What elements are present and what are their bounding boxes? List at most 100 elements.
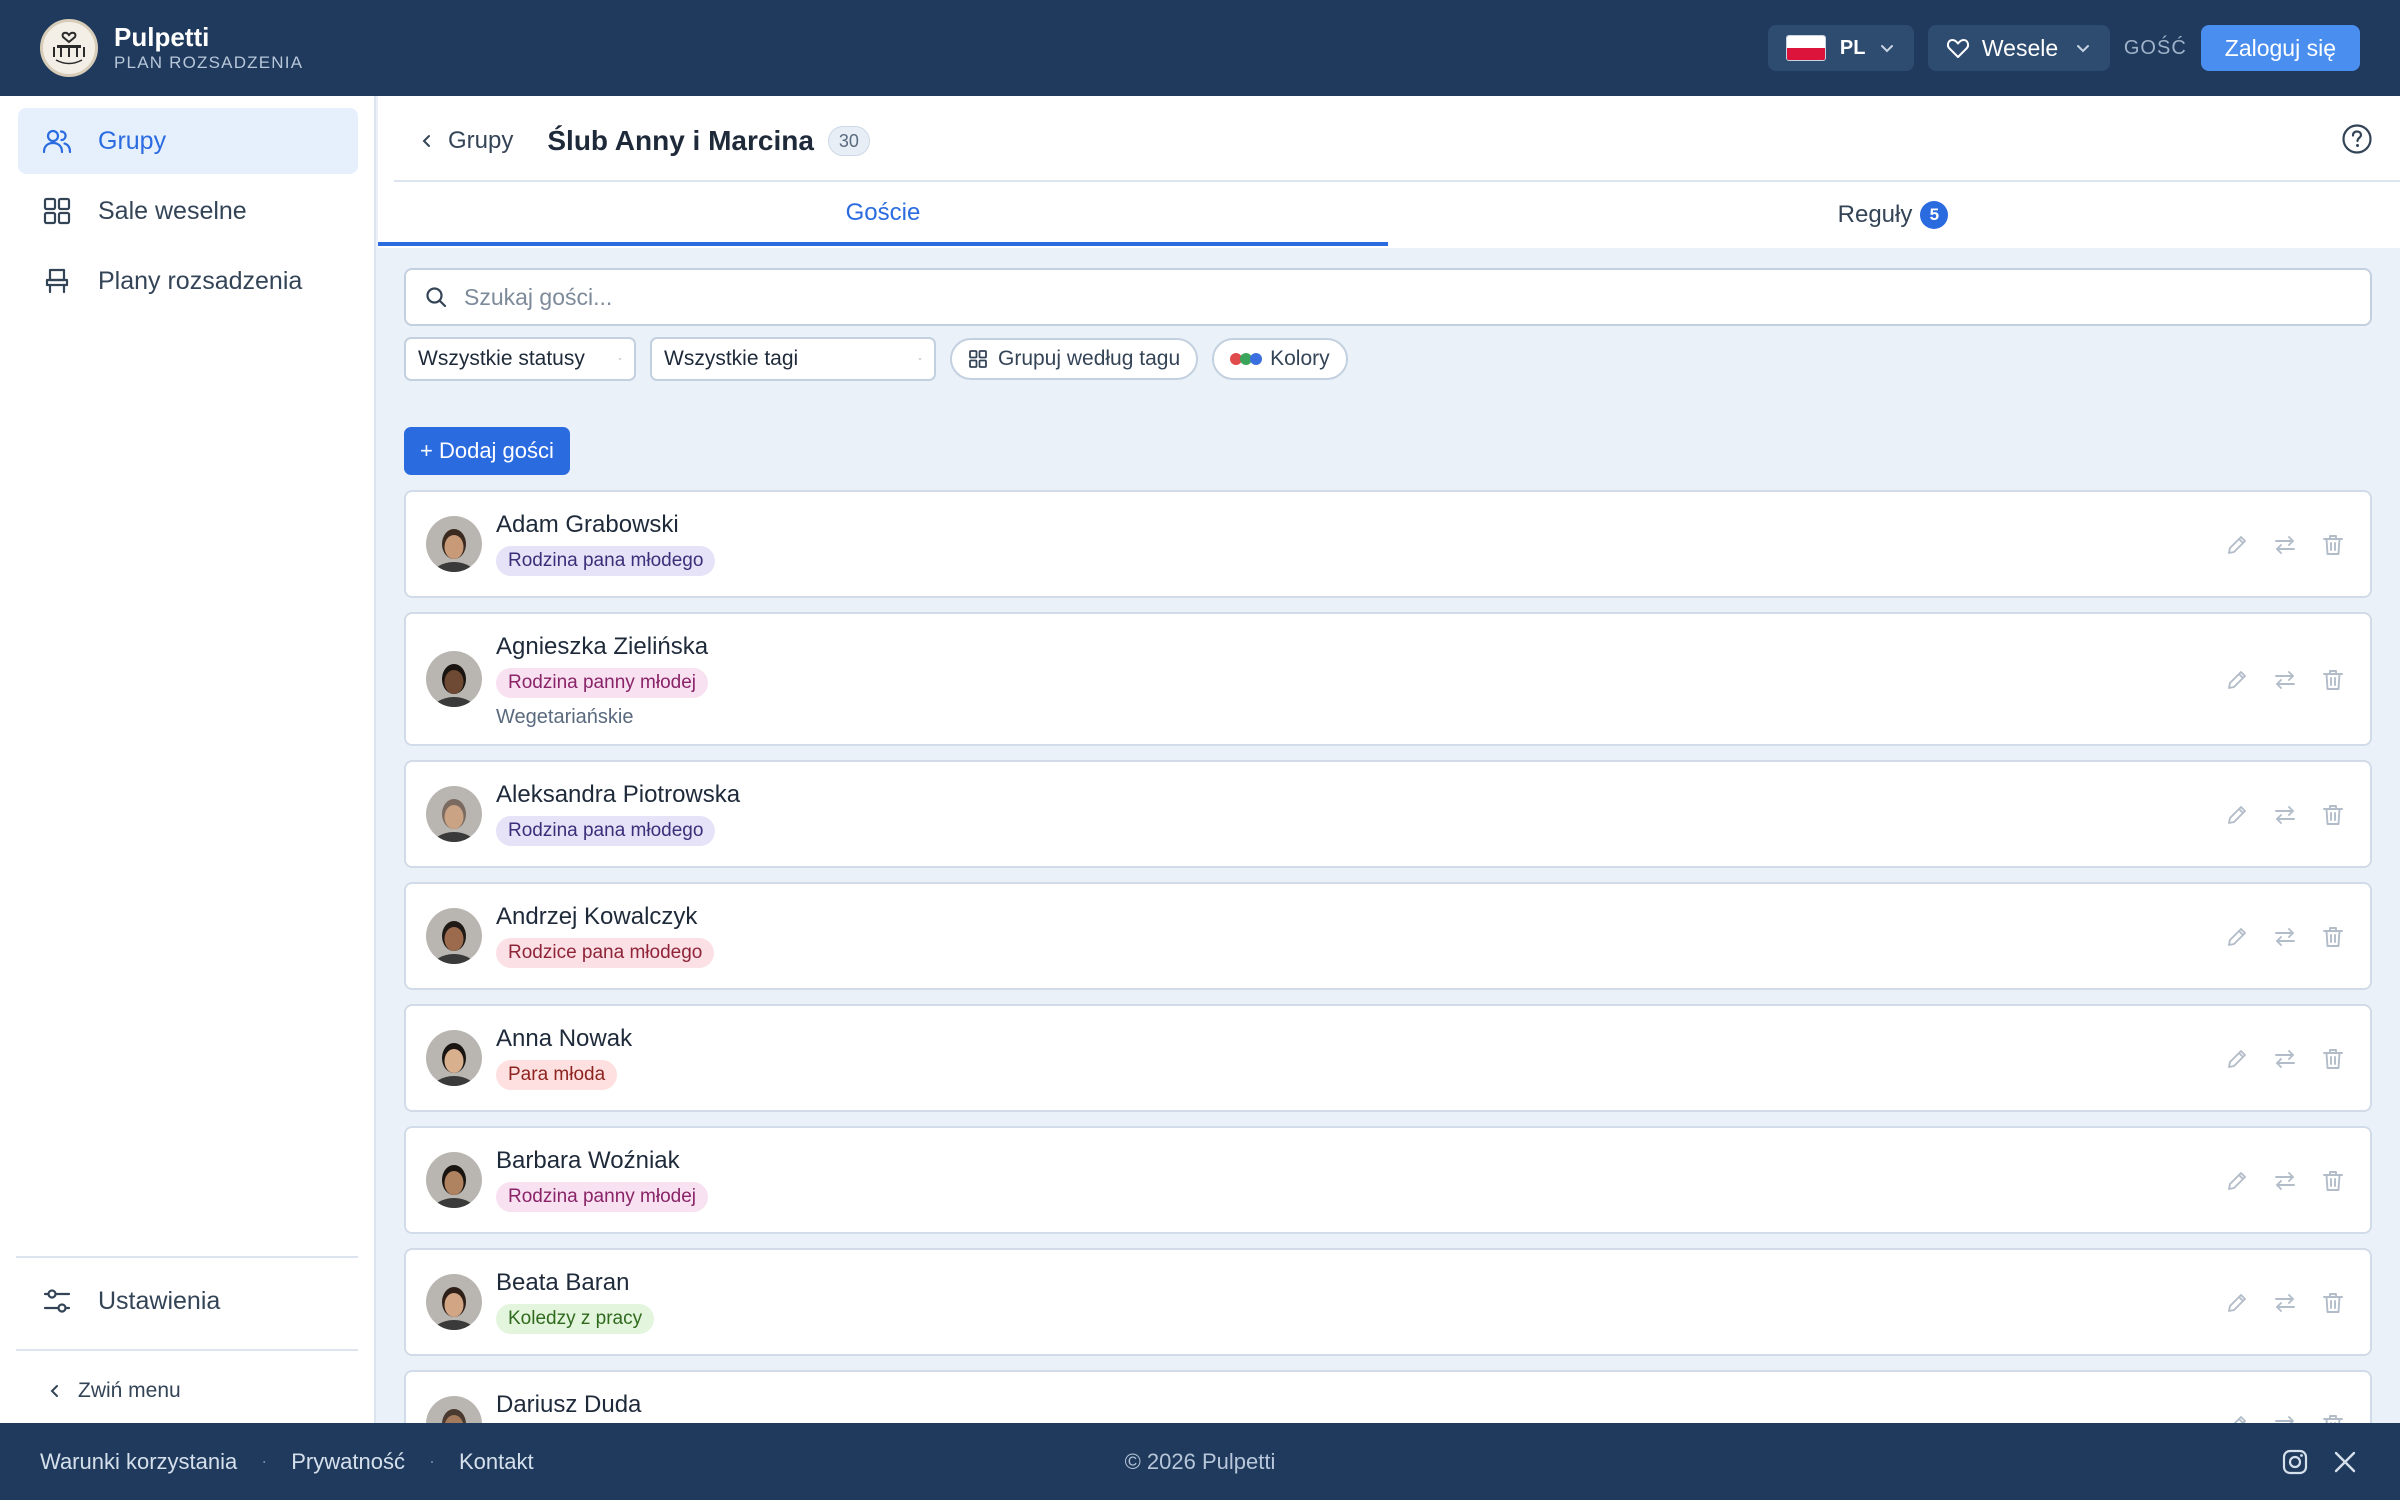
edit-icon[interactable] [2222,1410,2252,1423]
tab-guests[interactable]: Goście [378,184,1388,246]
sidebar-item-label: Grupy [98,126,167,155]
guest-tag[interactable]: Para młoda [496,1060,618,1090]
edit-icon[interactable] [2222,1044,2252,1074]
app-subtitle: PLAN ROZSADZENIA [114,53,304,72]
edit-icon[interactable] [2222,1288,2252,1318]
add-guests-button[interactable]: + Dodaj gości [404,427,570,475]
chair-icon [40,264,74,298]
trash-icon[interactable] [2318,922,2348,952]
guest-avatar [426,1274,482,1330]
guest-row[interactable]: Beata Baran Koledzy z pracy [404,1248,2372,1356]
guest-avatar [426,516,482,572]
tab-rules[interactable]: Reguły 5 [1388,184,2398,246]
edit-icon[interactable] [2222,1166,2252,1196]
chevron-down-icon [918,358,922,360]
footer-link-contact[interactable]: Kontakt [459,1449,534,1475]
sidebar-divider [16,1349,358,1351]
guest-tag[interactable]: Rodzina pana młodego [496,546,716,576]
collapse-menu-button[interactable]: Zwiń menu [18,1366,181,1416]
sidebar-item-halls[interactable]: Sale weselne [18,178,358,244]
move-icon[interactable] [2270,1288,2300,1318]
move-icon[interactable] [2270,530,2300,560]
guest-info: Adam Grabowski Rodzina pana młodego [496,510,716,576]
edit-icon[interactable] [2222,665,2252,695]
chevron-down-icon [2076,45,2089,53]
grid-icon [40,194,74,228]
colors-label: Kolory [1270,347,1330,370]
tag-filter-select[interactable]: Wszystkie tagi [650,337,936,381]
color-dots-icon [1230,353,1263,365]
event-selector[interactable]: Wesele [1927,25,2110,71]
guest-name: Beata Baran [496,1269,630,1296]
back-to-groups-link[interactable]: Grupy [418,127,513,155]
tab-label: Goście [845,199,921,226]
trash-icon[interactable] [2318,1410,2348,1423]
move-icon[interactable] [2270,1410,2300,1423]
app-logo[interactable] [40,19,98,77]
guest-tag[interactable]: Rodzina panny młodej [496,1182,709,1212]
help-icon[interactable] [2340,122,2374,156]
filter-bar: Wszystkie statusy Wszystkie tagi Grupuj … [404,336,1362,382]
chevron-left-icon [422,135,430,147]
x-icon[interactable] [2330,1447,2360,1477]
status-filter-select[interactable]: Wszystkie statusy [404,337,636,381]
move-icon[interactable] [2270,922,2300,952]
guest-actions [2204,800,2348,830]
sidebar-item-settings[interactable]: Ustawienia [18,1268,358,1334]
trash-icon[interactable] [2318,1288,2348,1318]
guest-tag[interactable]: Rodzice pana młodego [496,938,715,968]
colors-button[interactable]: Kolory [1212,338,1348,380]
move-icon[interactable] [2270,1166,2300,1196]
user-role-label: GOŚĆ [2123,36,2187,59]
trash-icon[interactable] [2318,1044,2348,1074]
collapse-menu-label: Zwiń menu [78,1379,181,1402]
guest-note: Wegetariańskie [496,706,634,728]
guest-name: Anna Nowak [496,1025,633,1052]
page-header: Grupy Ślub Anny i Marcina 30 Goście Regu… [378,96,2400,248]
footer-link-privacy[interactable]: Prywatność [291,1449,405,1475]
login-button[interactable]: Zaloguj się [2200,25,2360,71]
move-icon[interactable] [2270,1044,2300,1074]
guest-name: Aleksandra Piotrowska [496,781,741,808]
edit-icon[interactable] [2222,800,2252,830]
trash-icon[interactable] [2318,665,2348,695]
search-input[interactable] [464,283,2264,311]
footer-link-terms[interactable]: Warunki korzystania [40,1449,237,1475]
guest-actions [2204,1044,2348,1074]
guest-row[interactable]: Dariusz Duda [404,1370,2372,1423]
guest-actions [2204,1288,2348,1318]
trash-icon[interactable] [2318,530,2348,560]
guest-tag[interactable]: Koledzy z pracy [496,1304,655,1334]
guest-row[interactable]: Aleksandra Piotrowska Rodzina pana młodeg… [404,760,2372,868]
guest-row[interactable]: Agnieszka Zielińska Rodzina panny młodej W… [404,612,2372,746]
guest-actions [2204,1410,2348,1423]
guest-row[interactable]: Anna Nowak Para młoda [404,1004,2372,1112]
edit-icon[interactable] [2222,922,2252,952]
group-by-tag-button[interactable]: Grupuj według tagu [950,338,1199,380]
trash-icon[interactable] [2318,1166,2348,1196]
sidebar-item-label: Plany rozsadzenia [98,266,303,295]
sidebar-divider [16,1256,358,1258]
trash-icon[interactable] [2318,800,2348,830]
language-selector[interactable]: PL [1767,25,1914,71]
move-icon[interactable] [2270,800,2300,830]
main-content: Grupy Ślub Anny i Marcina 30 Goście Regu… [378,96,2400,1423]
tag-filter-value: Wszystkie tagi [664,347,799,370]
sidebar-item-seating-plans[interactable]: Plany rozsadzenia [18,248,358,314]
move-icon[interactable] [2270,665,2300,695]
guest-name: Agnieszka Zielińska [496,633,709,660]
guest-info: Dariusz Duda [496,1390,641,1420]
guest-row[interactable]: Barbara Woźniak Rodzina panny młodej [404,1126,2372,1234]
guest-tag[interactable]: Rodzina pana młodego [496,816,716,846]
top-navbar: Pulpetti PLAN ROZSADZENIA PL Wesele GOŚĆ… [0,0,2400,96]
footer-separator: · [428,1451,435,1471]
guest-actions [2204,530,2348,560]
guest-avatar [426,786,482,842]
guest-tag[interactable]: Rodzina panny młodej [496,668,709,698]
edit-icon[interactable] [2222,530,2252,560]
sidebar-item-groups[interactable]: Grupy [18,108,358,174]
guest-row[interactable]: Andrzej Kowalczyk Rodzice pana młodego [404,882,2372,990]
sliders-icon [40,1284,74,1318]
instagram-icon[interactable] [2280,1447,2310,1477]
guest-row[interactable]: Adam Grabowski Rodzina pana młodego [404,490,2372,598]
